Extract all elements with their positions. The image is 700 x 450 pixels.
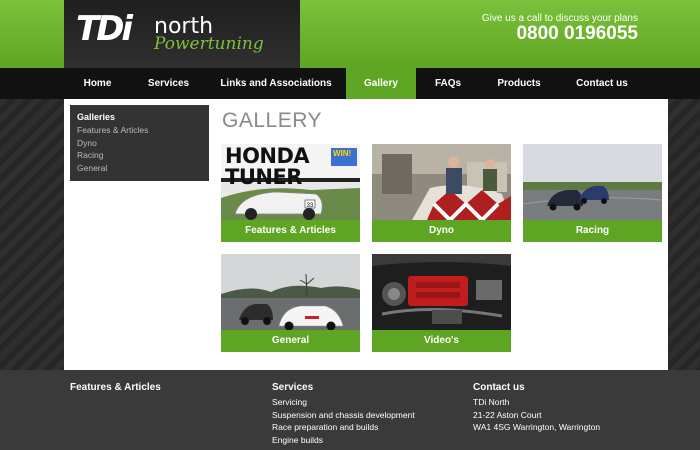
footer-col-features: Features & Articles	[70, 381, 161, 396]
gallery-tile-racing[interactable]: Racing	[523, 144, 662, 242]
sidebar-link-general[interactable]: General	[77, 162, 202, 175]
tile-label[interactable]: General	[221, 330, 360, 352]
workshop-dyno-image[interactable]	[372, 144, 511, 220]
logo-tagline: Powertuning	[154, 34, 264, 54]
magazine-cover-image[interactable]: 33 HONDA TUNER WIN!	[221, 144, 360, 220]
footer-address-line: 21-22 Aston Court	[473, 409, 542, 420]
galleries-sidebar: Galleries Features & Articles Dyno Racin…	[70, 105, 209, 181]
footer-address-line: TDi North	[473, 397, 510, 407]
nav-item-home[interactable]: Home	[64, 68, 131, 99]
phone-number[interactable]: 0800 0196055	[516, 23, 638, 45]
site-footer: Features & Articles Services Servicing S…	[0, 370, 700, 450]
footer-link[interactable]: Suspension and chassis development	[272, 409, 415, 422]
tile-label[interactable]: Dyno	[372, 220, 511, 242]
nav-item-links-and-associations[interactable]: Links and Associations	[206, 68, 346, 99]
tile-label[interactable]: Racing	[523, 220, 662, 242]
gallery-tile-videos[interactable]: Video's	[372, 254, 511, 352]
tile-label[interactable]: Features & Articles	[221, 220, 360, 242]
sidebar-link-racing[interactable]: Racing	[77, 149, 202, 162]
sidebar-title[interactable]: Galleries	[77, 111, 202, 124]
sidebar-link-features-articles[interactable]: Features & Articles	[77, 124, 202, 137]
site-header: TDi north Powertuning Give us a call to …	[0, 0, 700, 68]
footer-address-line: WA1 4SG Warrington, Warrington	[473, 422, 601, 432]
page-title: GALLERY	[222, 109, 322, 132]
left-stripe-decoration	[0, 99, 64, 370]
cars-on-road-image[interactable]	[221, 254, 360, 330]
footer-link[interactable]: Race preparation and builds	[272, 421, 415, 434]
logo-brand: TDi	[76, 9, 133, 49]
footer-col-contact: Contact us TDi North 21-22 Aston Court W…	[473, 381, 600, 434]
site-logo[interactable]: TDi north Powertuning	[64, 0, 300, 68]
engine-bay-image[interactable]	[372, 254, 511, 330]
right-stripe-decoration	[668, 99, 700, 370]
gallery-tile-features-articles[interactable]: 33 HONDA TUNER WIN! Features & Articles	[221, 144, 360, 242]
gallery-tile-dyno[interactable]: Dyno	[372, 144, 511, 242]
main-content: Galleries Features & Articles Dyno Racin…	[64, 99, 668, 370]
footer-link[interactable]: Servicing	[272, 396, 415, 409]
sidebar-link-dyno[interactable]: Dyno	[77, 137, 202, 150]
nav-item-faqs[interactable]: FAQs	[416, 68, 480, 99]
nav-item-contact-us[interactable]: Contact us	[558, 68, 646, 99]
svg-text:33: 33	[307, 203, 314, 209]
footer-link[interactable]: Engine builds	[272, 434, 415, 447]
footer-heading[interactable]: Contact us	[473, 381, 600, 395]
nav-item-services[interactable]: Services	[131, 68, 206, 99]
nav-item-products[interactable]: Products	[480, 68, 558, 99]
footer-col-services: Services Servicing Suspension and chassi…	[272, 381, 415, 446]
tile-label[interactable]: Video's	[372, 330, 511, 352]
footer-heading[interactable]: Features & Articles	[70, 381, 161, 395]
gallery-tile-general[interactable]: General	[221, 254, 360, 352]
magazine-badge: WIN!	[333, 149, 352, 158]
race-track-image[interactable]	[523, 144, 662, 220]
footer-heading[interactable]: Services	[272, 381, 415, 395]
main-nav: Home Services Links and Associations Gal…	[0, 68, 700, 99]
nav-item-gallery[interactable]: Gallery	[346, 68, 416, 99]
